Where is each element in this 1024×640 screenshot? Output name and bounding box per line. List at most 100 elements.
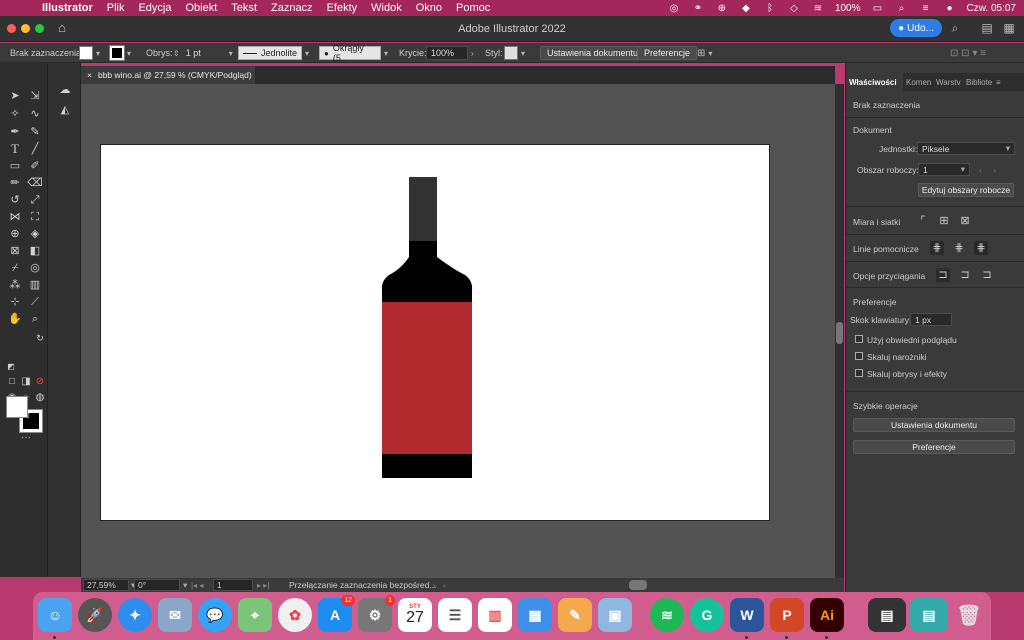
user-button[interactable]: ● Udo... [890,19,942,37]
wine-bottle-artwork[interactable] [101,145,771,522]
tab-comments[interactable]: Komen [903,73,933,91]
workspace-icon[interactable]: ▤ [980,21,994,35]
maps-icon[interactable]: ⌖ [238,598,272,632]
rotation-field[interactable]: 0° [134,579,180,591]
properties-icon[interactable]: ◭ [57,103,73,117]
bottle-cap[interactable] [409,177,437,243]
photos-icon[interactable]: ✿ [278,598,312,632]
app-store-icon[interactable]: A 12 [318,595,355,632]
grammarly-icon[interactable]: G [690,598,724,632]
word-icon[interactable]: W [730,598,764,632]
menu-edycja[interactable]: Edycja [138,2,171,14]
chevron-down-icon[interactable]: ▾ [183,579,187,591]
perspective-grid-tool-icon[interactable]: ⊠ [7,244,23,258]
scale-strokes-label[interactable]: Skaluj obrysy i efekty [867,369,947,379]
link-icon[interactable]: ⚭ [691,3,705,14]
default-colors-icon[interactable]: ◩ [3,360,19,374]
system-preferences-icon[interactable]: ⚙ 1 [358,595,395,632]
reminders-icon[interactable]: ☰ [438,598,472,632]
libraries-icon[interactable]: ☁ [57,83,73,97]
dropbox-icon[interactable]: ◆ [739,3,753,14]
document-setup-button[interactable]: Ustawienia dokumentu [540,46,646,60]
panel-menu-icon[interactable]: ≡ [993,73,1009,91]
preview-bounds-label[interactable]: Użyj obwiedni podglądu [867,335,957,345]
keynote-icon[interactable]: ▦ [518,598,552,632]
live-paint-tool-icon[interactable]: ◈ [27,227,43,241]
quick-preferences-button[interactable]: Preferencje [853,440,1015,454]
hand-tool-icon[interactable]: ✋ [7,312,23,326]
gradient-tool-icon[interactable]: ◧ [27,244,43,258]
horizontal-scroll-thumb[interactable] [629,580,647,590]
close-tab-icon[interactable]: × [87,70,92,80]
clock[interactable]: Czw. 05:07 [967,3,1016,14]
window-thumbnail-icon[interactable]: ▤ [868,598,906,632]
rulers-icon[interactable]: ⌜ [916,214,930,228]
tab-properties[interactable]: Właściwości [846,73,903,91]
blend-tool-icon[interactable]: ◎ [27,261,43,275]
curvature-tool-icon[interactable]: ✎ [27,125,43,139]
magic-wand-tool-icon[interactable]: ✧ [7,107,23,121]
mail-icon[interactable]: ✉ [158,598,192,632]
stepper-icon[interactable]: ⇕ [173,49,180,58]
document-tab[interactable]: × bbb wino.ai @ 27,59 % (CMYK/Podgląd) [81,66,255,84]
menu-zaznacz[interactable]: Zaznacz [271,2,313,14]
wifi-icon[interactable]: ≋ [811,3,825,14]
slice-tool-icon[interactable]: ⟋ [27,295,43,309]
edit-artboards-button[interactable]: Edytuj obszary robocze [918,183,1014,197]
opacity-field[interactable]: 100% › [426,46,474,60]
swap-colors-icon[interactable]: ↻ [32,331,48,345]
draw-inside-icon[interactable]: ◍ [32,391,48,405]
launchpad-icon[interactable]: 🚀 [78,598,112,632]
chevron-right-icon[interactable]: › [471,49,474,58]
opacity-value[interactable]: 100% [426,46,468,60]
more-tools-icon[interactable]: ··· [18,431,34,445]
artboard-next-icon[interactable]: › [993,165,996,175]
paintbrush-tool-icon[interactable]: ✐ [27,159,43,173]
menu-pomoc[interactable]: Pomoc [456,2,490,14]
artboard-prev-icon[interactable]: ‹ [979,165,982,175]
menu-obiekt[interactable]: Obiekt [186,2,218,14]
numbers-icon[interactable]: ▥ [478,598,512,632]
preview-bounds-checkbox[interactable] [855,335,863,343]
scale-strokes-checkbox[interactable] [855,369,863,377]
bluetooth-icon[interactable]: ᛒ [763,3,777,14]
menu-widok[interactable]: Widok [371,2,402,14]
transparency-grid-icon[interactable]: ⊠ [958,214,972,228]
scale-corners-checkbox[interactable] [855,352,863,360]
arrange-documents-icon[interactable]: ⊞ ▾ [697,46,712,60]
spotify-icon[interactable]: ≋ [650,598,684,632]
width-tool-icon[interactable]: ⋈ [7,210,23,224]
scale-tool-icon[interactable]: ⤢ [27,193,43,207]
bottle-label[interactable] [382,302,472,454]
menu-app-name[interactable]: Illustrator [42,2,93,14]
fill-color-box[interactable] [6,396,28,418]
show-guides-icon[interactable]: ⋕ [930,241,944,255]
style-swatch[interactable]: ▾ [504,46,525,60]
eyedropper-tool-icon[interactable]: ⌿ [7,261,23,275]
scale-corners-label[interactable]: Skaluj narożniki [867,352,927,362]
line-tool-icon[interactable]: ╱ [27,142,43,156]
vertical-scrollbar[interactable] [835,84,844,578]
snap-to-pixel-icon[interactable]: ⊐ [958,268,972,282]
shaper-tool-icon[interactable]: ✏ [7,176,23,190]
shield-icon[interactable]: ◇ [787,3,801,14]
preview-icon[interactable]: ▣ [598,598,632,632]
search-icon[interactable]: ⌕ [895,3,909,14]
quick-document-setup-button[interactable]: Ustawienia dokumentu [853,418,1015,432]
first-artboard-icon[interactable]: |◂ ◂ [191,579,203,591]
battery-percent[interactable]: 100% [835,3,861,14]
calendar-icon[interactable]: STY 27 [398,598,432,632]
artboard-number-field[interactable]: 1 [213,579,253,591]
artboard-tool-icon[interactable]: ⊹ [7,295,23,309]
fill-swatch[interactable]: ▾ [79,46,100,60]
zoom-field[interactable]: 27,59% [83,579,129,591]
vertical-scroll-thumb[interactable] [836,322,843,344]
finder-icon[interactable]: ☺ [38,598,72,632]
stroke-weight-field[interactable]: ⇕ 1 pt ▾ [173,46,233,60]
type-tool-icon[interactable]: T [7,142,23,156]
tab-libraries[interactable]: Bibliote [963,73,993,91]
units-dropdown[interactable]: Piksele ▾ [917,142,1015,155]
rectangle-tool-icon[interactable]: ▭ [7,159,23,173]
messages-icon[interactable]: 💬 [198,598,232,632]
battery-icon[interactable]: ▭ [871,3,885,14]
